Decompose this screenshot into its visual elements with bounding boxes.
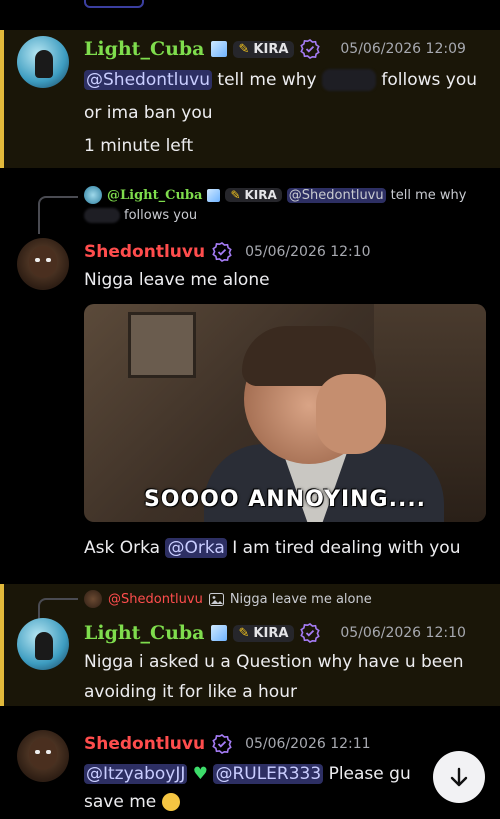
user-mention[interactable]: @RULER333 bbox=[213, 764, 324, 784]
reply-mention: @Shedontluvu bbox=[286, 187, 386, 203]
message-text: Nigga i asked u a Question why have u be… bbox=[84, 652, 464, 672]
verified-badge-icon bbox=[212, 242, 232, 262]
reply-avatar bbox=[84, 590, 102, 608]
gif-background-frame bbox=[128, 312, 196, 378]
role-tag[interactable]: ✎ KIRA bbox=[232, 40, 295, 58]
user-mention[interactable]: @Shedontluvu bbox=[84, 70, 212, 90]
author-name[interactable]: Light_Cuba bbox=[84, 622, 205, 644]
timestamp: 05/06/2026 12:10 bbox=[245, 244, 371, 260]
message-text: I am tired dealing with you bbox=[232, 538, 461, 558]
role-tag[interactable]: ✎ KIRA bbox=[232, 624, 295, 642]
reply-text: follows you bbox=[124, 208, 198, 223]
reply-text: tell me why bbox=[390, 187, 467, 203]
timestamp: 05/06/2026 12:09 bbox=[340, 41, 466, 57]
user-mention[interactable]: @ItzyaboyJJ bbox=[84, 764, 188, 784]
message-text: tell me why bbox=[217, 70, 317, 90]
reply-preview[interactable]: @Light_Cuba ✎ KIRA @Shedontluvu tell me w… bbox=[84, 186, 484, 223]
scroll-down-icon bbox=[450, 767, 468, 787]
message-text: avoiding it for like a hour bbox=[84, 682, 297, 702]
pencil-tag-icon: ✎ bbox=[230, 188, 241, 202]
verified-badge-icon bbox=[212, 734, 232, 754]
verified-badge-icon bbox=[300, 39, 321, 59]
reply-author[interactable]: @Shedontluvu bbox=[108, 592, 203, 607]
avatar[interactable] bbox=[17, 730, 69, 782]
message-light-cuba-1[interactable]: Light_Cuba ✎ KIRA 05/06/2026 12:09 @Shedo… bbox=[0, 30, 500, 168]
emoji-icon bbox=[161, 793, 180, 811]
reply-avatar bbox=[84, 186, 102, 204]
message-text: Please gu bbox=[328, 764, 411, 784]
scroll-down-button[interactable] bbox=[433, 751, 485, 803]
message-text: 1 minute left bbox=[84, 136, 194, 156]
ice-cube-icon bbox=[210, 625, 227, 641]
timestamp: 05/06/2026 12:11 bbox=[245, 736, 371, 752]
pencil-tag-icon: ✎ bbox=[238, 625, 250, 641]
mention-highlight-bar bbox=[0, 584, 4, 706]
role-tag: ✎ KIRA bbox=[225, 188, 282, 202]
message-text: Ask Orka bbox=[84, 538, 161, 558]
avatar[interactable] bbox=[17, 618, 69, 670]
avatar[interactable] bbox=[17, 238, 69, 290]
verified-badge-icon bbox=[300, 623, 321, 643]
previous-message-remnant bbox=[84, 0, 144, 8]
reply-connector bbox=[38, 598, 78, 620]
message-light-cuba-2[interactable]: @Shedontluvu Nigga leave me alone Light_… bbox=[0, 584, 500, 706]
ice-cube-icon bbox=[207, 188, 221, 202]
heart-icon: ♥ bbox=[192, 764, 209, 784]
redacted-name bbox=[321, 69, 376, 91]
image-icon bbox=[208, 592, 224, 606]
avatar[interactable] bbox=[17, 36, 69, 88]
author-name[interactable]: Shedontluvu bbox=[84, 734, 205, 754]
message-text: or ima ban you bbox=[84, 103, 213, 123]
pencil-tag-icon: ✎ bbox=[238, 41, 250, 57]
timestamp: 05/06/2026 12:10 bbox=[340, 625, 466, 641]
gif-person-hand bbox=[316, 374, 386, 454]
ice-cube-icon bbox=[210, 41, 227, 57]
gif-caption: SOOOO ANNOYING.... bbox=[143, 487, 427, 512]
message-text: Nigga leave me alone bbox=[84, 270, 270, 290]
reply-author[interactable]: @Light_Cuba bbox=[107, 188, 202, 203]
message-text: follows you bbox=[381, 70, 477, 90]
reply-preview[interactable]: @Shedontluvu Nigga leave me alone bbox=[84, 590, 372, 608]
reply-connector bbox=[38, 196, 78, 234]
mention-highlight-bar bbox=[0, 30, 4, 168]
author-name[interactable]: Shedontluvu bbox=[84, 242, 205, 262]
gif-embed[interactable]: SOOOO ANNOYING.... bbox=[84, 304, 486, 522]
redacted-name bbox=[84, 208, 120, 223]
message-text: save me bbox=[84, 792, 157, 812]
reply-text: Nigga leave me alone bbox=[229, 591, 372, 607]
user-mention[interactable]: @Orka bbox=[165, 538, 227, 558]
author-name[interactable]: Light_Cuba bbox=[84, 38, 205, 60]
